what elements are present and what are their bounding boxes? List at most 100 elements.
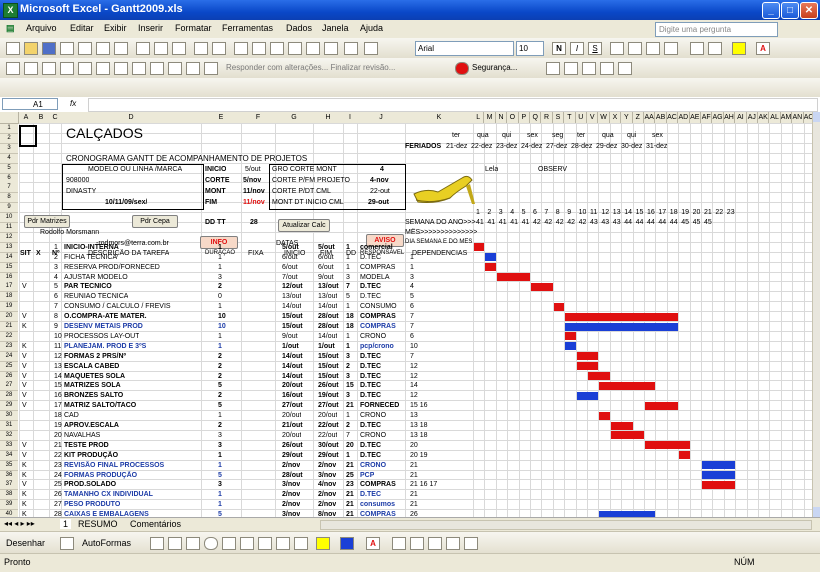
task-fim[interactable]: 3/nov: [318, 471, 336, 480]
scroll-up-icon[interactable]: [813, 112, 820, 122]
task-ini[interactable]: 2/nov: [282, 490, 300, 499]
task-dur[interactable]: 3: [218, 273, 222, 282]
task-resp[interactable]: COMPRAS: [360, 263, 395, 272]
task-dur[interactable]: 1: [218, 490, 222, 499]
task-dep[interactable]: 12: [410, 362, 418, 371]
task-n[interactable]: 13: [54, 362, 62, 371]
tools-icon-1[interactable]: [546, 62, 560, 75]
gantt-bar[interactable]: [474, 243, 485, 252]
gantt-bar[interactable]: [702, 480, 736, 489]
row-header[interactable]: 38: [0, 490, 18, 501]
task-dur[interactable]: 5: [218, 471, 222, 480]
task-dep[interactable]: 3: [410, 273, 414, 282]
task-ini[interactable]: 5/out: [282, 243, 299, 252]
task-fim[interactable]: 22/out: [318, 421, 339, 430]
task-dd[interactable]: 1: [346, 243, 350, 252]
menu-arquivo[interactable]: Arquivo: [26, 23, 57, 33]
task-dur[interactable]: 1: [218, 451, 222, 460]
underline-icon[interactable]: S: [588, 42, 602, 55]
row-header[interactable]: 26: [0, 371, 18, 382]
close-button[interactable]: ✕: [800, 2, 818, 19]
task-resp[interactable]: D.TEC: [360, 441, 381, 450]
task-dd[interactable]: 1: [346, 302, 350, 311]
task-dd[interactable]: 1: [346, 342, 350, 351]
row-header[interactable]: 35: [0, 460, 18, 471]
task-fim[interactable]: 20/out: [318, 411, 337, 420]
task-descr[interactable]: TAMANHO CX INDIVIDUAL: [64, 490, 153, 499]
task-dd[interactable]: 7: [346, 431, 350, 440]
task-descr[interactable]: KIT PRODUÇÃO: [64, 451, 118, 460]
task-descr[interactable]: DESENV METAIS PROD: [64, 322, 143, 331]
task-dur[interactable]: 1: [218, 411, 222, 420]
bold-icon[interactable]: N: [552, 42, 566, 55]
task-descr[interactable]: NAVALHAS: [64, 431, 100, 440]
toolbar-icon-9[interactable]: [150, 62, 164, 75]
gantt-bar[interactable]: [610, 421, 633, 430]
task-ini[interactable]: 12/out: [282, 282, 303, 291]
task-resp[interactable]: D.TEC: [360, 292, 381, 301]
undo-icon[interactable]: [194, 42, 208, 55]
task-ini[interactable]: 20/out: [282, 431, 301, 440]
gantt-bar[interactable]: [565, 342, 576, 351]
task-dep[interactable]: 1: [410, 253, 414, 262]
task-ini[interactable]: 3/nov: [282, 480, 300, 489]
zoom-icon[interactable]: [344, 42, 358, 55]
maximize-button[interactable]: □: [781, 2, 799, 19]
task-sit[interactable]: K: [22, 342, 27, 351]
task-resp[interactable]: PCP: [360, 471, 374, 480]
task-dep[interactable]: 20: [410, 441, 418, 450]
fill-bucket-icon[interactable]: [316, 537, 330, 550]
task-dd[interactable]: 3: [346, 352, 350, 361]
print-icon[interactable]: [78, 42, 92, 55]
row-header[interactable]: 3: [0, 143, 18, 154]
task-ini[interactable]: 14/out: [282, 372, 303, 381]
task-resp[interactable]: D.TEC: [360, 282, 381, 291]
task-ini[interactable]: 3/nov: [282, 510, 300, 517]
gro-value[interactable]: 4: [380, 165, 384, 174]
task-fim[interactable]: 29/out: [318, 451, 339, 460]
gantt-bar[interactable]: [588, 372, 610, 380]
task-n[interactable]: 28: [54, 510, 62, 517]
toolbar-icon-11[interactable]: [186, 62, 200, 75]
percent-icon[interactable]: [690, 42, 704, 55]
gantt-bar[interactable]: [702, 471, 736, 479]
row-header[interactable]: 25: [0, 361, 18, 372]
task-dur[interactable]: 3: [218, 480, 222, 489]
minimize-button[interactable]: _: [762, 2, 780, 19]
menu-ferramentas[interactable]: Ferramentas: [222, 23, 273, 33]
rectangle-icon[interactable]: [186, 537, 200, 550]
task-n[interactable]: 19: [54, 421, 62, 430]
row-header[interactable]: 23: [0, 341, 18, 352]
task-dur[interactable]: 2: [218, 421, 222, 430]
font-color-icon[interactable]: A: [756, 42, 770, 55]
task-resp[interactable]: D.TEC: [360, 451, 381, 460]
task-dur[interactable]: 2: [218, 352, 222, 361]
task-sit[interactable]: V: [22, 352, 27, 361]
mont-value[interactable]: 11/nov: [243, 187, 265, 196]
task-descr[interactable]: MATRIZES SOLA: [64, 381, 121, 390]
row-header[interactable]: 18: [0, 292, 18, 303]
toolbar-icon-12[interactable]: [204, 62, 218, 75]
task-sit[interactable]: K: [22, 322, 27, 331]
tools-icon-3[interactable]: [582, 62, 596, 75]
task-dur[interactable]: 1: [218, 243, 222, 252]
task-resp[interactable]: D.TEC: [360, 362, 381, 371]
task-descr[interactable]: CONSUMO / CALCULO / FREVIS: [64, 302, 171, 311]
dd-value[interactable]: 28: [250, 218, 258, 227]
task-n[interactable]: 21: [54, 441, 62, 450]
task-resp[interactable]: D.TEC: [360, 352, 381, 361]
row-header[interactable]: 19: [0, 302, 18, 313]
task-dd[interactable]: 20: [346, 441, 354, 450]
task-ini[interactable]: 15/out: [282, 322, 303, 331]
task-ini[interactable]: 14/out: [282, 362, 303, 371]
task-dd[interactable]: 3: [346, 391, 350, 400]
task-n[interactable]: 9: [54, 322, 58, 331]
task-descr[interactable]: FORMAS 2 PRS/Nº: [64, 352, 126, 361]
sort-asc-icon[interactable]: [270, 42, 284, 55]
task-n[interactable]: 8: [54, 312, 58, 321]
task-n[interactable]: 6: [54, 292, 58, 301]
sort-desc-icon[interactable]: [288, 42, 302, 55]
menu-exibir[interactable]: Exibir: [104, 23, 127, 33]
task-resp[interactable]: COMPRAS: [360, 312, 396, 321]
draw-font-color-icon[interactable]: A: [366, 537, 380, 550]
